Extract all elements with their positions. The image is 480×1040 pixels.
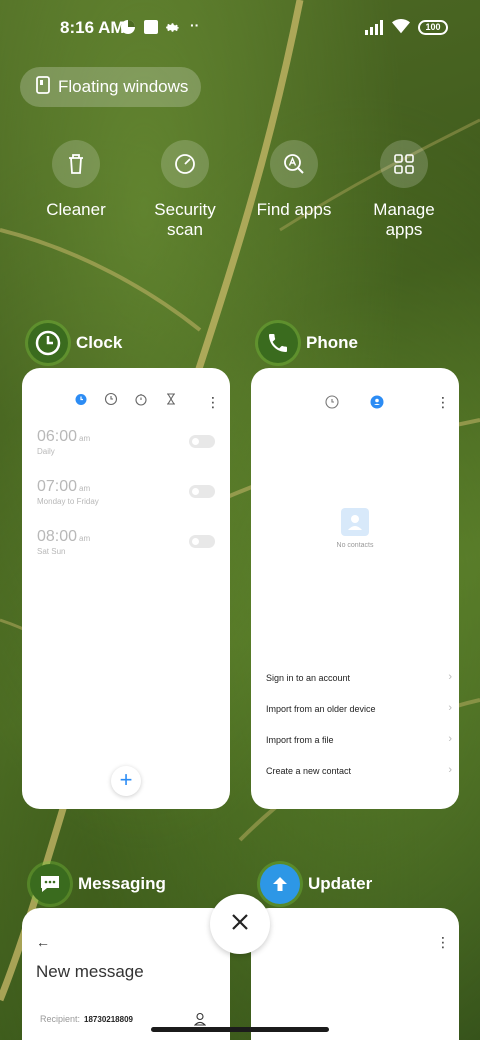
messaging-card[interactable]: ← New message Recipient: 18730218809 <box>22 908 230 1040</box>
security-scan-button[interactable]: Security scan <box>130 140 240 240</box>
home-indicator[interactable] <box>151 1027 329 1032</box>
empty-contacts: No contacts <box>251 508 459 549</box>
status-time: 8:16 AM <box>60 18 125 37</box>
messaging-app-header[interactable]: Messaging <box>30 864 166 904</box>
phone-option-create-contact[interactable]: Create a new contact › <box>266 764 452 776</box>
recipient-field[interactable]: Recipient: 18730218809 <box>40 1014 133 1024</box>
alarm-time: 07:00 <box>37 478 78 495</box>
floating-windows-button[interactable]: Floating windows <box>20 67 201 107</box>
contact-placeholder-icon <box>341 508 369 536</box>
signal-icon <box>365 19 387 40</box>
manage-apps-button[interactable]: Manage apps <box>349 140 459 240</box>
status-bar: 8:16 AM ·· 100 <box>0 0 480 56</box>
timer-tab-icon[interactable] <box>164 392 178 411</box>
grid-icon <box>380 140 428 188</box>
updater-app-header[interactable]: Updater <box>260 864 372 904</box>
battery-indicator: 100 <box>418 20 448 35</box>
alarm-days: Daily <box>37 447 55 456</box>
option-label: Create a new contact <box>266 766 352 776</box>
recipient-number: 18730218809 <box>84 1015 133 1024</box>
phone-card[interactable]: ⋮ No contacts Sign in to an account › Imp… <box>251 368 459 809</box>
back-arrow-icon[interactable]: ← <box>36 934 50 950</box>
updater-app-name: Updater <box>308 874 373 893</box>
clock-tabs <box>74 392 178 411</box>
cleaner-button[interactable]: Cleaner <box>21 140 131 220</box>
alarm-ampm: am <box>79 434 91 443</box>
clock-card[interactable]: ⋮ 06:00 am Daily 07:00 am Monday to Friday… <box>22 368 230 809</box>
alarm-days: Monday to Friday <box>37 497 99 506</box>
floating-windows-label: Floating windows <box>58 77 189 96</box>
trash-icon <box>52 140 100 188</box>
close-icon <box>231 913 249 936</box>
phone-app-header[interactable]: Phone <box>258 323 358 363</box>
gear-icon <box>164 19 181 41</box>
recipient-label: Recipient: <box>40 1014 81 1024</box>
stopwatch-tab-icon[interactable] <box>134 392 148 411</box>
chevron-right-icon: › <box>448 733 452 745</box>
option-label: Sign in to an account <box>266 673 351 683</box>
empty-contacts-text: No contacts <box>336 542 374 549</box>
contacts-tab-icon[interactable] <box>370 395 384 414</box>
updater-more-icon[interactable]: ⋮ <box>436 934 450 951</box>
clock-app-header[interactable]: Clock <box>28 323 122 363</box>
phone-app-name: Phone <box>306 333 358 352</box>
phone-app-icon <box>258 323 298 363</box>
phone-option-import-file[interactable]: Import from a file › <box>266 733 452 745</box>
chevron-right-icon: › <box>448 671 452 683</box>
world-clock-tab-icon[interactable] <box>104 392 118 411</box>
security-scan-icon <box>161 140 209 188</box>
find-apps-label: Find apps <box>256 200 332 219</box>
clock-more-icon[interactable]: ⋮ <box>206 394 220 411</box>
phone-option-sign-in[interactable]: Sign in to an account › <box>266 671 452 683</box>
manage-apps-label: Manage apps <box>373 200 435 239</box>
security-scan-label: Security scan <box>154 200 216 239</box>
updater-app-icon <box>260 864 300 904</box>
alarm-days: Sat Sun <box>37 547 66 556</box>
new-message-title: New message <box>36 962 144 981</box>
find-apps-icon <box>270 140 318 188</box>
find-apps-button[interactable]: Find apps <box>239 140 349 220</box>
floating-window-icon <box>36 75 50 99</box>
chevron-right-icon: › <box>448 702 452 714</box>
alarm-time: 06:00 <box>37 428 78 445</box>
more-dots-icon: ·· <box>190 17 200 33</box>
chevron-right-icon: › <box>448 764 452 776</box>
option-label: Import from an older device <box>266 704 376 714</box>
data-saver-icon <box>120 19 136 40</box>
alarm-ampm: am <box>79 484 91 493</box>
alarm-time: 08:00 <box>37 528 78 545</box>
messaging-app-name: Messaging <box>78 874 166 893</box>
alarm-toggle[interactable] <box>189 535 215 548</box>
alarm-ampm: am <box>79 534 91 543</box>
phone-option-import-device[interactable]: Import from an older device › <box>266 702 452 714</box>
cleaner-label: Cleaner <box>46 200 106 219</box>
alarm-toggle[interactable] <box>189 435 215 448</box>
clock-app-name: Clock <box>76 333 123 352</box>
call-log-tab-icon[interactable] <box>325 395 339 414</box>
alarm-toggle[interactable] <box>189 485 215 498</box>
clear-all-button[interactable] <box>210 894 270 954</box>
messaging-app-icon <box>30 864 70 904</box>
alarm-tab-icon[interactable] <box>74 392 88 411</box>
option-label: Import from a file <box>266 735 334 745</box>
wifi-icon <box>390 17 412 40</box>
phone-more-icon[interactable]: ⋮ <box>436 394 450 411</box>
updater-card[interactable]: ⋮ <box>251 908 459 1040</box>
add-alarm-button[interactable]: + <box>111 766 141 796</box>
square-notification-icon <box>143 19 159 40</box>
clock-app-icon <box>28 323 68 363</box>
